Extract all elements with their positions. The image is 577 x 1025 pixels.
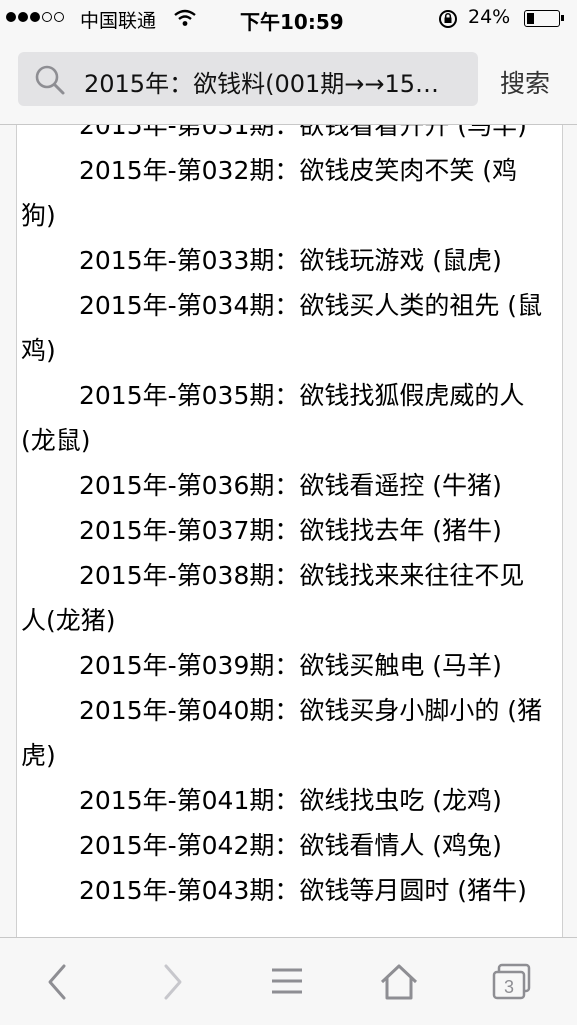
list-item: 2015年-第042期：欲钱看情人 (鸡兔) xyxy=(79,831,502,860)
list-item: 2015年-第040期：欲钱买身小脚小的 (猪虎) xyxy=(21,696,543,770)
list-item: 2015年-第038期：欲钱找来来往往不见人(龙猪) xyxy=(21,561,525,635)
list-item: 2015年-第034期：欲钱买人类的祖先 (鼠鸡) xyxy=(21,291,543,365)
search-header: 2015年：欲钱料(001期→→15… 搜索 xyxy=(0,38,577,125)
search-query-text[interactable]: 2015年：欲钱料(001期→→15… xyxy=(84,64,472,99)
list-item: 2015年-第032期：欲钱皮笑肉不笑 (鸡狗) xyxy=(21,156,518,230)
entry-list: 2015年-第031期：欲钱看看开开 (马羊) 2015年-第032期：欲钱皮笑… xyxy=(21,125,562,913)
list-item: 2015年-第036期：欲钱看遥控 (牛猪) xyxy=(79,471,502,500)
list-item: 2015年-第039期：欲钱买触电 (马羊) xyxy=(79,651,502,680)
battery-percent: 24% xyxy=(468,6,511,28)
home-icon[interactable] xyxy=(379,962,419,1006)
tab-count: 3 xyxy=(504,977,514,997)
list-item: 2015年-第041期：欲线找虫吃 (龙鸡) xyxy=(79,786,502,815)
list-item: 2015年-第031期：欲钱看看开开 (马羊) xyxy=(79,125,527,140)
battery-fill xyxy=(527,13,534,24)
search-icon xyxy=(34,64,66,100)
carrier-name: 中国联通 xyxy=(80,10,157,32)
wifi-icon xyxy=(173,9,197,32)
tabs-icon[interactable]: 3 xyxy=(490,962,534,1006)
list-item: 2015年-第037期：欲钱找去年 (猪牛) xyxy=(79,516,502,545)
battery-icon xyxy=(524,10,564,27)
hamburger-icon[interactable] xyxy=(270,962,304,1006)
chevron-right-icon[interactable] xyxy=(158,962,188,1006)
clock-time: 下午10:59 xyxy=(240,10,344,34)
list-item: 2015年-第043期：欲钱等月圆时 (猪牛) xyxy=(79,876,527,905)
list-item: 2015年-第033期：欲钱玩游戏 (鼠虎) xyxy=(79,246,502,275)
chevron-left-icon[interactable] xyxy=(42,962,72,1006)
search-input[interactable]: 2015年：欲钱料(001期→→15… xyxy=(18,52,478,106)
browser-toolbar: 3 xyxy=(0,937,577,1025)
signal-strength-icon xyxy=(6,12,64,22)
rotation-lock-icon xyxy=(437,8,459,35)
list-item: 2015年-第035期：欲钱找狐假虎威的人(龙鼠) xyxy=(21,381,525,455)
page-content[interactable]: 2015年-第031期：欲钱看看开开 (马羊) 2015年-第032期：欲钱皮笑… xyxy=(16,125,563,937)
search-button[interactable]: 搜索 xyxy=(500,64,550,100)
status-bar: 中国联通 下午10:59 24% xyxy=(0,0,577,38)
